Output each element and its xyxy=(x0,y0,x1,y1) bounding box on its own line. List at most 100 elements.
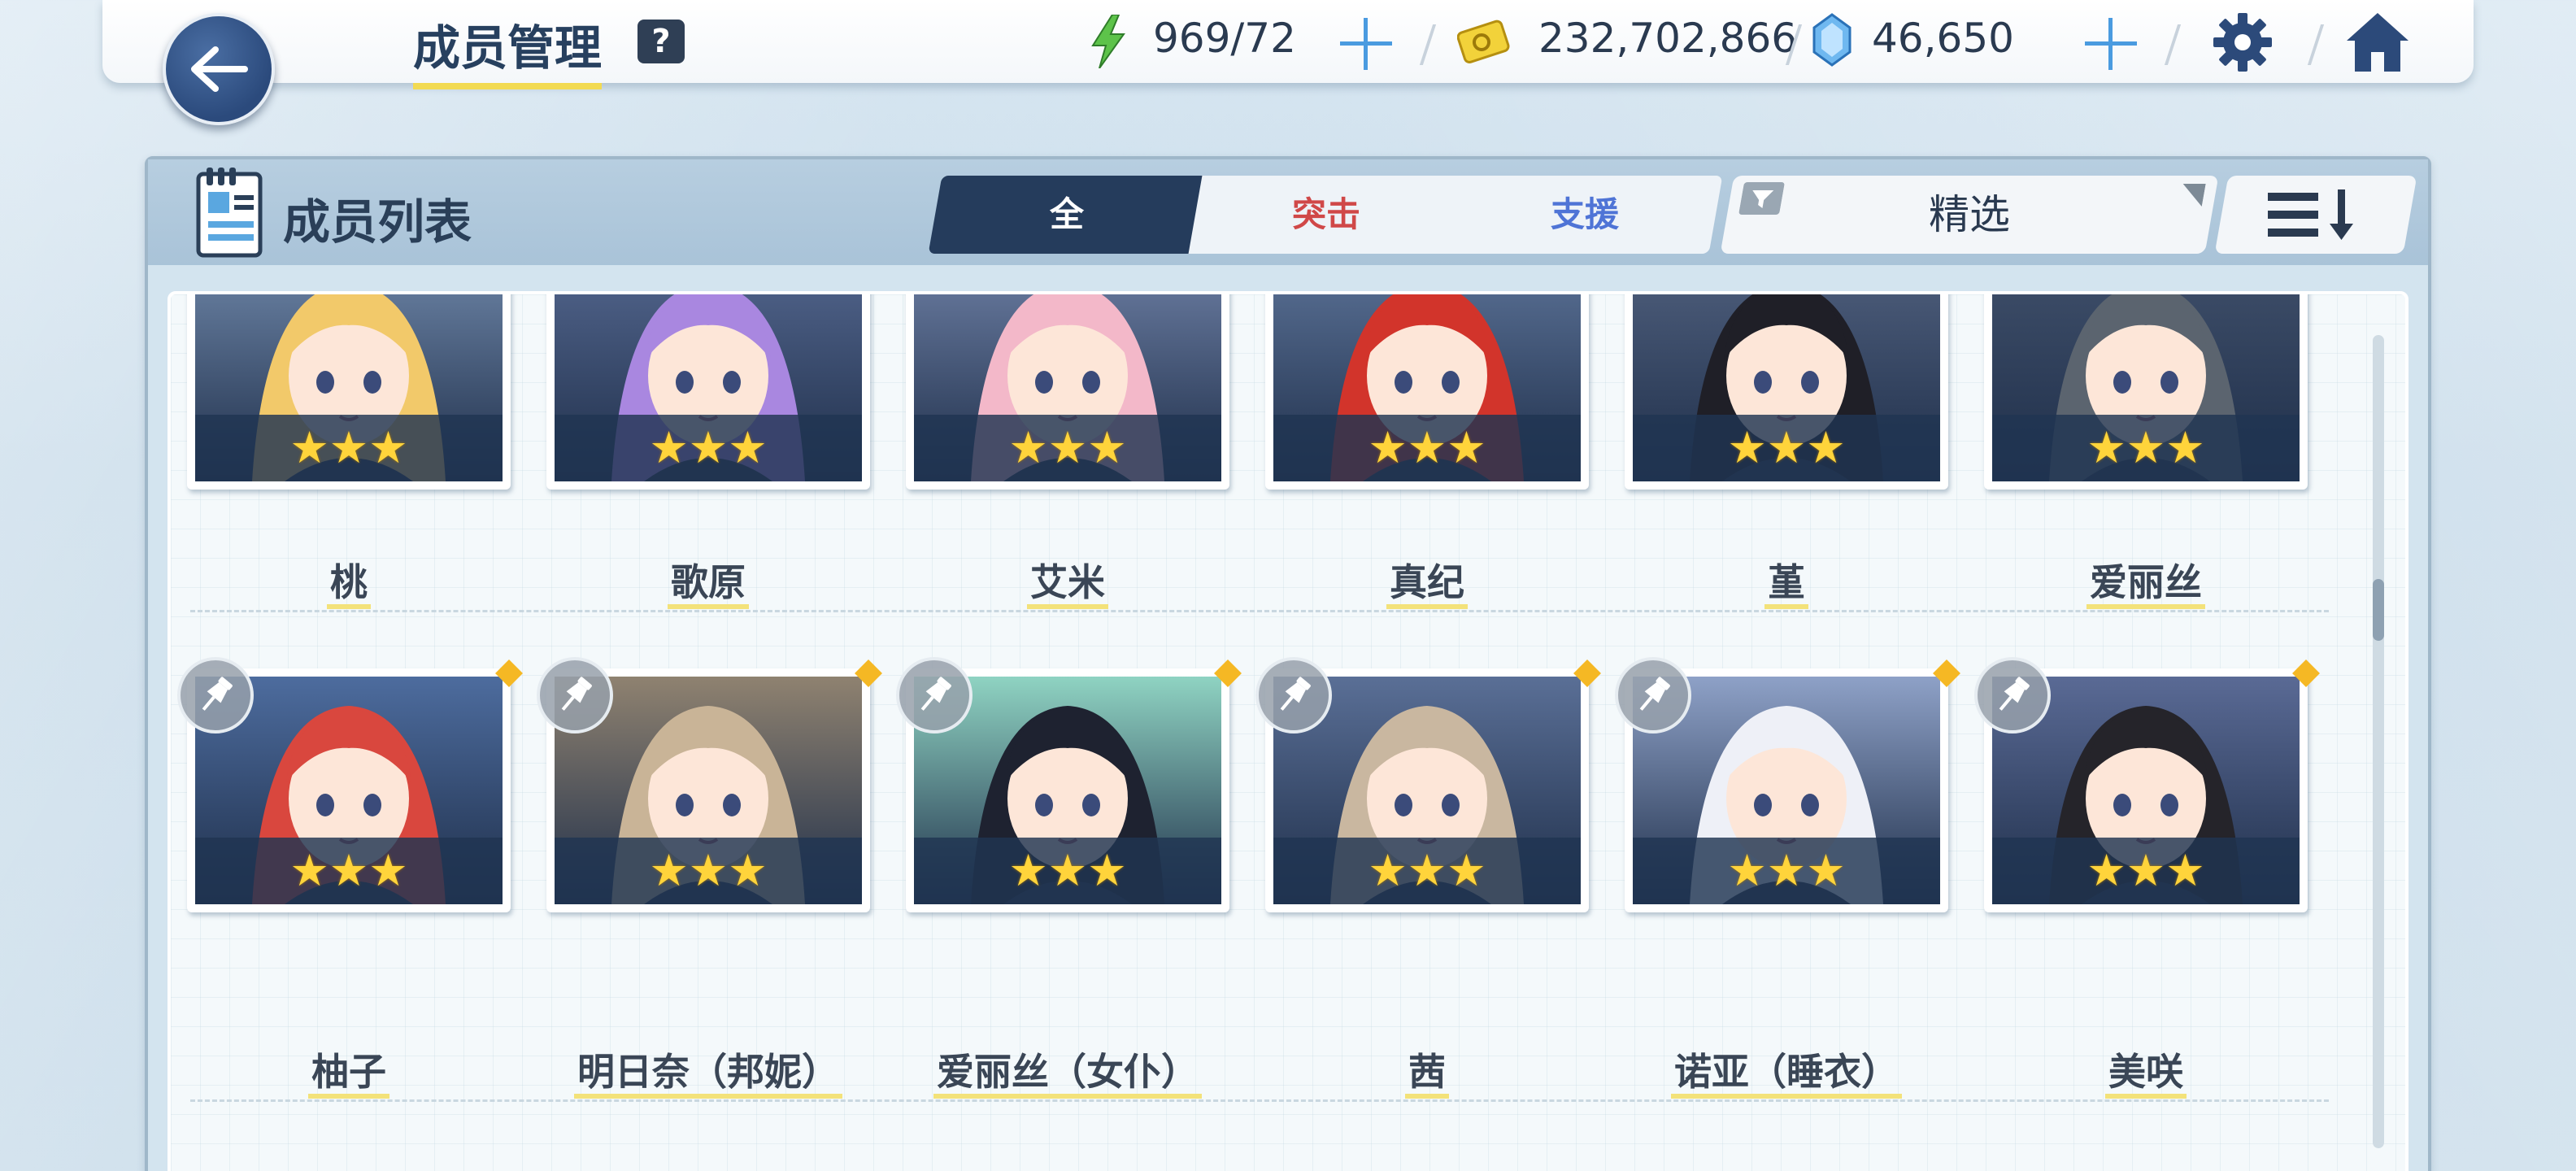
character-name-text: 爱丽丝 xyxy=(2086,560,2205,609)
pin-icon xyxy=(1639,677,1670,711)
character-card[interactable]: ★★★ xyxy=(1625,294,1948,490)
credit-icon xyxy=(1457,20,1510,63)
star-icons: ★★★ xyxy=(289,845,408,896)
star-rating: ★★★ xyxy=(914,415,1221,481)
character-name-text: 美咲 xyxy=(2105,1050,2187,1099)
member-list-panel: 成员列表 全 突击 支援 精选 ★★★ 桃 ★★★ 歌原 ★★★ 艾米 ★★★ … xyxy=(145,156,2431,1171)
character-portrait: ★★★ xyxy=(555,294,862,481)
star-rating: ★★★ xyxy=(1273,838,1581,904)
add-pyroxene-button[interactable] xyxy=(2085,18,2137,70)
character-name-text: 茜 xyxy=(1405,1050,1449,1099)
star-rating: ★★★ xyxy=(555,838,862,904)
character-name: 爱丽丝 xyxy=(1984,553,2308,609)
star-rating: ★★★ xyxy=(1633,415,1940,481)
pin-button[interactable] xyxy=(896,657,973,734)
tab-label: 支援 xyxy=(1550,194,1619,234)
star-icons: ★★★ xyxy=(2086,845,2205,896)
character-name: 美咲 xyxy=(1984,1043,2308,1099)
character-grid[interactable]: ★★★ 桃 ★★★ 歌原 ★★★ 艾米 ★★★ 真纪 ★★★ 堇 ★★★ 爱丽丝 ★★★ 柚子 ★★★ 明日奈… xyxy=(168,291,2408,1171)
star-icons: ★★★ xyxy=(649,422,768,473)
star-icons: ★★★ xyxy=(649,845,768,896)
character-name: 歌原 xyxy=(546,553,870,609)
tab-label: 突击 xyxy=(1291,194,1360,234)
tab-label: 全 xyxy=(1049,194,1084,234)
panel-header: 成员列表 全 突击 支援 精选 xyxy=(148,159,2428,265)
filter-label: 精选 xyxy=(1929,191,2010,238)
character-name: 堇 xyxy=(1625,553,1948,609)
page-title: 成员管理 xyxy=(413,10,603,89)
pin-icon xyxy=(1280,677,1311,711)
character-portrait: ★★★ xyxy=(195,294,503,481)
character-name-text: 明日奈（邦妮） xyxy=(574,1050,842,1099)
character-name: 诺亚（睡衣） xyxy=(1625,1043,1948,1099)
divider xyxy=(2307,24,2325,65)
lightning-icon xyxy=(1091,15,1125,68)
pin-button[interactable] xyxy=(1255,657,1332,734)
credits-value: 232,702,866 xyxy=(1538,15,1798,62)
character-name: 柚子 xyxy=(187,1043,511,1099)
pin-button[interactable] xyxy=(1615,657,1691,734)
filter-button[interactable]: 精选 xyxy=(1720,176,2219,254)
top-bar: 成员管理 ? 969/72 232,702,866 46,650 xyxy=(102,0,2474,89)
row-divider xyxy=(190,610,2329,612)
scrollbar[interactable] xyxy=(2373,335,2384,1148)
corner-triangle-icon xyxy=(2182,184,2206,207)
character-name: 明日奈（邦妮） xyxy=(546,1043,870,1099)
star-icons: ★★★ xyxy=(2086,422,2205,473)
add-ap-button[interactable] xyxy=(1340,18,1392,70)
member-card-icon xyxy=(196,168,263,258)
character-card[interactable]: ★★★ xyxy=(906,294,1229,490)
character-name-text: 艾米 xyxy=(1027,560,1108,609)
pin-button[interactable] xyxy=(1974,657,2051,734)
character-name: 茜 xyxy=(1265,1043,1589,1099)
ap-value: 969/72 xyxy=(1153,15,1296,62)
character-name-text: 爱丽丝（女仆） xyxy=(933,1050,1202,1099)
pin-button[interactable] xyxy=(177,657,254,734)
back-button[interactable] xyxy=(163,13,275,125)
row-divider xyxy=(190,1099,2329,1102)
tab-all[interactable]: 全 xyxy=(928,176,1206,254)
star-rating: ★★★ xyxy=(555,415,862,481)
character-name-text: 真纪 xyxy=(1386,560,1468,609)
pin-button[interactable] xyxy=(537,657,613,734)
scrollbar-thumb[interactable] xyxy=(2373,579,2384,641)
character-name: 桃 xyxy=(187,553,511,609)
star-rating: ★★★ xyxy=(1992,415,2300,481)
star-icons: ★★★ xyxy=(1727,845,1846,896)
character-card[interactable]: ★★★ xyxy=(1984,294,2308,490)
star-icons: ★★★ xyxy=(289,422,408,473)
pin-icon xyxy=(920,677,951,711)
divider xyxy=(2164,24,2182,65)
character-portrait: ★★★ xyxy=(1273,294,1581,481)
character-name-text: 堇 xyxy=(1764,560,1808,609)
sort-icon xyxy=(2268,189,2353,240)
star-rating: ★★★ xyxy=(1273,415,1581,481)
character-card[interactable]: ★★★ xyxy=(546,294,870,490)
character-name-text: 歌原 xyxy=(668,560,749,609)
star-icons: ★★★ xyxy=(1368,845,1486,896)
pin-icon xyxy=(1999,677,2030,711)
character-card[interactable]: ★★★ xyxy=(1265,294,1589,490)
character-portrait: ★★★ xyxy=(1992,294,2300,481)
character-name: 真纪 xyxy=(1265,553,1589,609)
list-title: 成员列表 xyxy=(283,194,472,250)
character-portrait: ★★★ xyxy=(914,294,1221,481)
tab-special[interactable]: 支援 xyxy=(1447,176,1723,254)
star-icons: ★★★ xyxy=(1727,422,1846,473)
star-rating: ★★★ xyxy=(195,415,503,481)
tab-striker[interactable]: 突击 xyxy=(1188,176,1464,254)
pyroxene-value: 46,650 xyxy=(1872,15,2014,62)
home-icon[interactable] xyxy=(2343,10,2412,75)
back-arrow-icon xyxy=(191,46,248,92)
character-name-text: 桃 xyxy=(327,560,371,609)
character-portrait: ★★★ xyxy=(1633,294,1940,481)
star-icons: ★★★ xyxy=(1368,422,1486,473)
help-button[interactable]: ? xyxy=(637,20,685,63)
gear-icon[interactable] xyxy=(2212,11,2274,73)
character-card[interactable]: ★★★ xyxy=(187,294,511,490)
pin-icon xyxy=(202,677,233,711)
character-name: 爱丽丝（女仆） xyxy=(906,1043,1229,1099)
character-name-text: 诺亚（睡衣） xyxy=(1671,1050,1902,1099)
sort-button[interactable] xyxy=(2214,176,2417,254)
star-icons: ★★★ xyxy=(1008,845,1127,896)
